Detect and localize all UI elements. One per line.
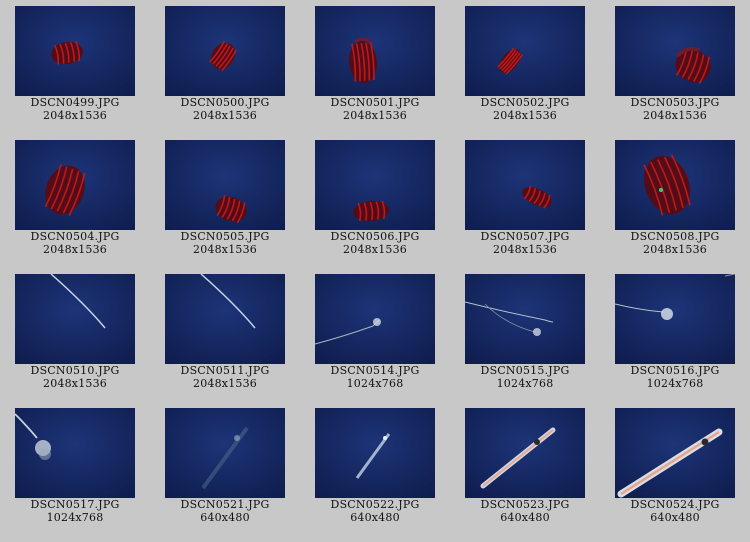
thumbnail-item[interactable]: DSCN0499.JPG 2048x1536 — [0, 6, 150, 122]
thumbnail-grid: DSCN0499.JPG 2048x1536 DSCN0500.JPG 2048x1… — [0, 0, 750, 542]
thumbnail-item[interactable]: DSCN0510.JPG 2048x1536 — [0, 274, 150, 390]
thumbnail-filename[interactable]: DSCN0507.JPG — [450, 230, 600, 243]
thumbnail-filename[interactable]: DSCN0500.JPG — [150, 96, 300, 109]
thumbnail-dimensions: 2048x1536 — [193, 109, 257, 122]
thumbnail-filename[interactable]: DSCN0517.JPG — [0, 498, 150, 511]
thumbnail-item[interactable]: DSCN0501.JPG 2048x1536 — [300, 6, 450, 122]
thumbnail-filename[interactable]: DSCN0505.JPG — [150, 230, 300, 243]
thumbnail-image[interactable] — [615, 274, 735, 364]
thumbnail-image[interactable] — [465, 274, 585, 364]
thumbnail-item[interactable]: DSCN0503.JPG 2048x1536 — [600, 6, 750, 122]
thumbnail-image[interactable] — [465, 140, 585, 230]
thumbnail-item[interactable]: DSCN0507.JPG 2048x1536 — [450, 140, 600, 256]
thumbnail-filename[interactable]: DSCN0506.JPG — [300, 230, 450, 243]
thumbnail-dimensions: 2048x1536 — [643, 109, 707, 122]
thumbnail-filename[interactable]: DSCN0499.JPG — [0, 96, 150, 109]
thumbnail-dimensions: 2048x1536 — [493, 109, 557, 122]
thumbnail-item[interactable]: DSCN0517.JPG 1024x768 — [0, 408, 150, 524]
thumbnail-item[interactable]: DSCN0523.JPG 640x480 — [450, 408, 600, 524]
thumbnail-image[interactable] — [165, 140, 285, 230]
thumbnail-item[interactable]: DSCN0504.JPG 2048x1536 — [0, 140, 150, 256]
thumbnail-dimensions: 2048x1536 — [343, 109, 407, 122]
thumbnail-image[interactable] — [15, 6, 135, 96]
thumbnail-dimensions: 640x480 — [650, 511, 700, 524]
thumbnail-filename[interactable]: DSCN0516.JPG — [600, 364, 750, 377]
thumbnail-dimensions: 2048x1536 — [493, 243, 557, 256]
thumbnail-filename[interactable]: DSCN0515.JPG — [450, 364, 600, 377]
thumbnail-filename[interactable]: DSCN0502.JPG — [450, 96, 600, 109]
thumbnail-filename[interactable]: DSCN0510.JPG — [0, 364, 150, 377]
thumbnail-dimensions: 2048x1536 — [43, 243, 107, 256]
thumbnail-item[interactable]: DSCN0516.JPG 1024x768 — [600, 274, 750, 390]
thumbnail-item[interactable]: DSCN0502.JPG 2048x1536 — [450, 6, 600, 122]
thumbnail-filename[interactable]: DSCN0504.JPG — [0, 230, 150, 243]
thumbnail-filename[interactable]: DSCN0508.JPG — [600, 230, 750, 243]
thumbnail-dimensions: 640x480 — [200, 511, 250, 524]
thumbnail-image[interactable] — [315, 140, 435, 230]
thumbnail-filename[interactable]: DSCN0511.JPG — [150, 364, 300, 377]
thumbnail-item[interactable]: DSCN0508.JPG 2048x1536 — [600, 140, 750, 256]
thumbnail-dimensions: 1024x768 — [496, 377, 554, 390]
thumbnail-dimensions: 2048x1536 — [43, 377, 107, 390]
thumbnail-dimensions: 640x480 — [350, 511, 400, 524]
thumbnail-filename[interactable]: DSCN0522.JPG — [300, 498, 450, 511]
thumbnail-image[interactable] — [465, 6, 585, 96]
thumbnail-image[interactable] — [165, 274, 285, 364]
thumbnail-dimensions: 1024x768 — [46, 511, 104, 524]
thumbnail-item[interactable]: DSCN0511.JPG 2048x1536 — [150, 274, 300, 390]
thumbnail-image[interactable] — [615, 6, 735, 96]
thumbnail-item[interactable]: DSCN0514.JPG 1024x768 — [300, 274, 450, 390]
thumbnail-image[interactable] — [165, 408, 285, 498]
thumbnail-image[interactable] — [315, 274, 435, 364]
thumbnail-dimensions: 2048x1536 — [643, 243, 707, 256]
thumbnail-dimensions: 1024x768 — [346, 377, 404, 390]
thumbnail-filename[interactable]: DSCN0503.JPG — [600, 96, 750, 109]
thumbnail-item[interactable]: DSCN0505.JPG 2048x1536 — [150, 140, 300, 256]
thumbnail-image[interactable] — [15, 274, 135, 364]
thumbnail-dimensions: 2048x1536 — [343, 243, 407, 256]
thumbnail-item[interactable]: DSCN0515.JPG 1024x768 — [450, 274, 600, 390]
thumbnail-item[interactable]: DSCN0500.JPG 2048x1536 — [150, 6, 300, 122]
thumbnail-item[interactable]: DSCN0521.JPG 640x480 — [150, 408, 300, 524]
thumbnail-image[interactable] — [315, 6, 435, 96]
thumbnail-item[interactable]: DSCN0524.JPG 640x480 — [600, 408, 750, 524]
thumbnail-image[interactable] — [15, 140, 135, 230]
thumbnail-filename[interactable]: DSCN0514.JPG — [300, 364, 450, 377]
thumbnail-filename[interactable]: DSCN0521.JPG — [150, 498, 300, 511]
thumbnail-filename[interactable]: DSCN0523.JPG — [450, 498, 600, 511]
thumbnail-image[interactable] — [615, 140, 735, 230]
thumbnail-dimensions: 2048x1536 — [43, 109, 107, 122]
thumbnail-dimensions: 2048x1536 — [193, 377, 257, 390]
thumbnail-image[interactable] — [315, 408, 435, 498]
thumbnail-item[interactable]: DSCN0522.JPG 640x480 — [300, 408, 450, 524]
thumbnail-filename[interactable]: DSCN0501.JPG — [300, 96, 450, 109]
thumbnail-dimensions: 640x480 — [500, 511, 550, 524]
thumbnail-dimensions: 1024x768 — [646, 377, 704, 390]
thumbnail-dimensions: 2048x1536 — [193, 243, 257, 256]
thumbnail-image[interactable] — [165, 6, 285, 96]
thumbnail-item[interactable]: DSCN0506.JPG 2048x1536 — [300, 140, 450, 256]
thumbnail-image[interactable] — [15, 408, 135, 498]
thumbnail-image[interactable] — [465, 408, 585, 498]
thumbnail-image[interactable] — [615, 408, 735, 498]
thumbnail-filename[interactable]: DSCN0524.JPG — [600, 498, 750, 511]
